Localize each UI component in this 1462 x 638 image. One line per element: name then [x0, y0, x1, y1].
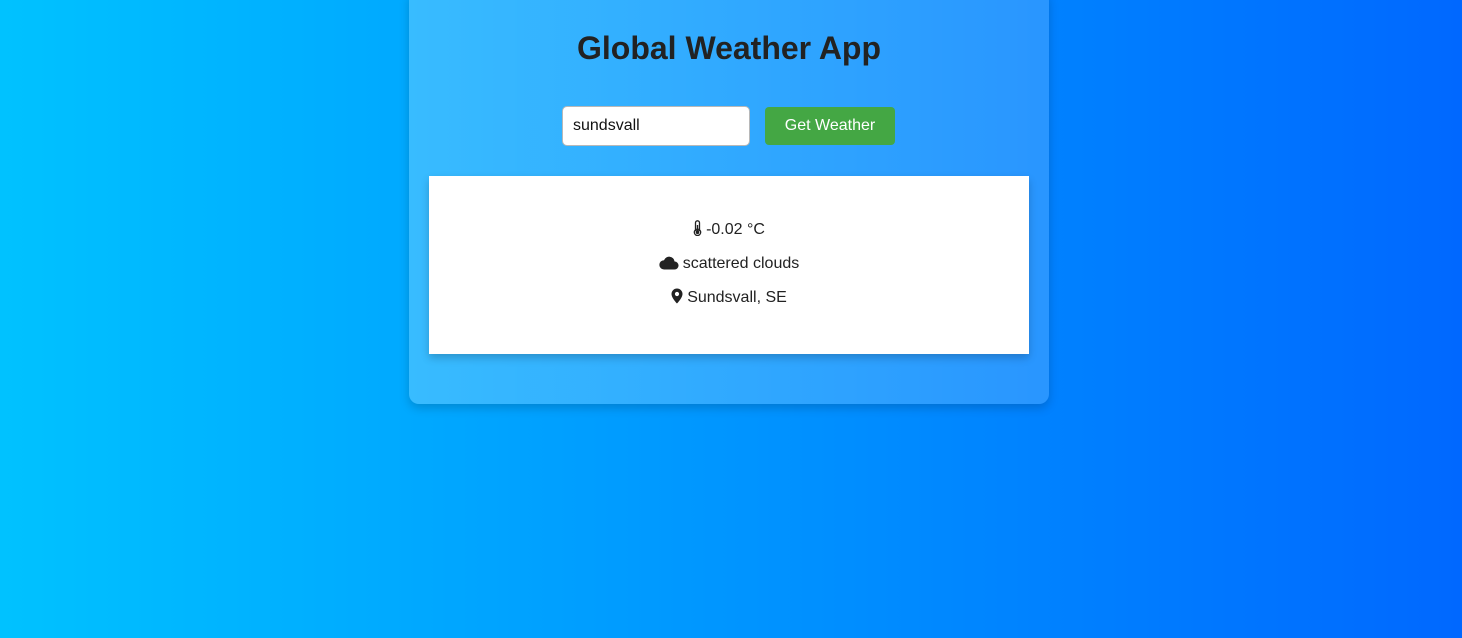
map-pin-icon [671, 288, 683, 310]
app-title: Global Weather App [576, 30, 882, 66]
temperature-row: -0.02 °C [429, 220, 1029, 242]
description-row: scattered clouds [429, 254, 1029, 276]
get-weather-button[interactable]: Get Weather [765, 107, 895, 145]
weather-app-card: Global Weather App Get Weather -0.02 °C … [409, 0, 1049, 404]
temperature-value: -0.02 °C [706, 221, 765, 238]
weather-result-panel: -0.02 °C scattered clouds Sundsvall, SE [429, 176, 1029, 354]
cloud-icon [659, 256, 679, 276]
location-value: Sundsvall, SE [687, 289, 787, 306]
location-row: Sundsvall, SE [429, 288, 1029, 310]
thermometer-icon [693, 220, 702, 242]
weather-description: scattered clouds [682, 255, 800, 272]
city-search-input[interactable] [562, 106, 750, 146]
